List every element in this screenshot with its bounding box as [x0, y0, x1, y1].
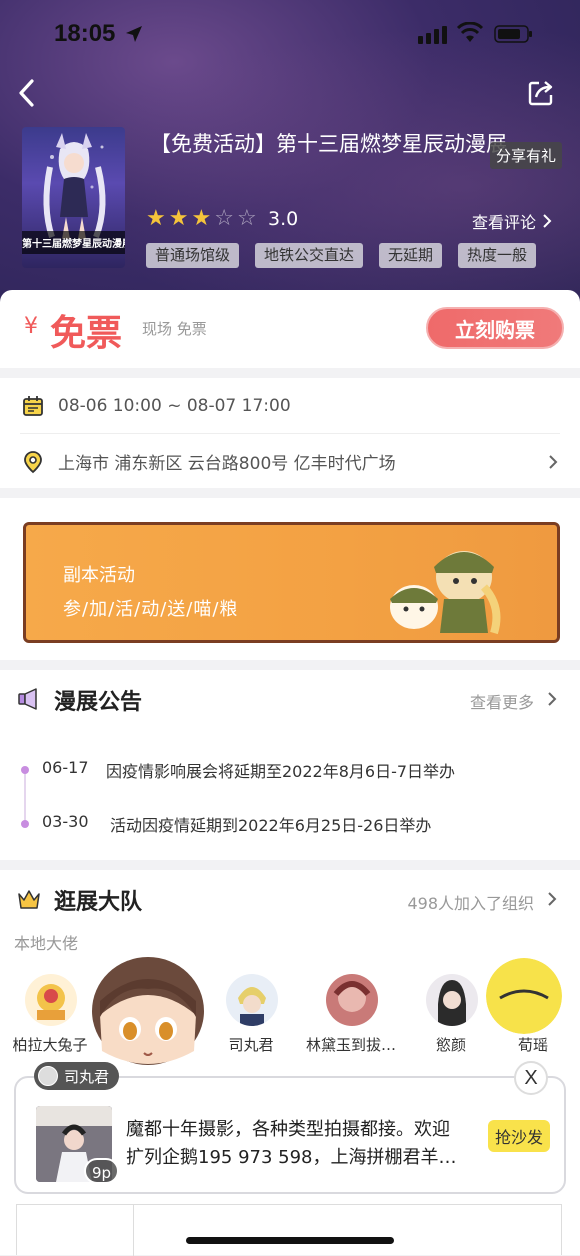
- notice-section: 漫展公告 查看更多 06-17 因疫情影响展会将延期至2022年8月6日-7日举…: [0, 670, 580, 860]
- grab-sofa-button[interactable]: 抢沙发: [488, 1120, 550, 1152]
- notice-text: 因疫情影响展会将延期至2022年8月6日-7日举办: [106, 762, 456, 781]
- price-note: 现场 免票: [142, 320, 207, 338]
- avatar: [486, 958, 562, 1034]
- timeline-dot: [21, 766, 29, 774]
- author-avatar: [38, 1066, 58, 1086]
- dungeon-activity-banner[interactable]: 副本活动 参/加/活/动/送/喵/粮: [23, 522, 560, 643]
- notice-more-link[interactable]: 查看更多: [470, 689, 534, 713]
- avatar: [326, 974, 378, 1026]
- team-member-name: 荀瑶: [517, 1036, 548, 1054]
- view-reviews-label: 查看评论: [472, 213, 537, 232]
- notice-item[interactable]: 06-17 因疫情影响展会将延期至2022年8月6日-7日举办: [0, 755, 580, 785]
- rating-stars: ★ ★ ★ ☆ ☆: [146, 206, 257, 232]
- featured-post-popup[interactable]: 9p 魔都十年摄影，各种类型拍摄都接。欢迎 扩列企鹅195 973 598，上海…: [14, 1076, 566, 1194]
- star-empty-icon: ☆: [214, 206, 234, 231]
- view-reviews-link[interactable]: 查看评论: [472, 209, 552, 233]
- rating-score: 3.0: [268, 208, 299, 230]
- photo-count-badge: 9p: [84, 1158, 120, 1184]
- share-reward-tip[interactable]: 分享有礼: [490, 142, 563, 169]
- battery-icon: [494, 25, 532, 43]
- team-member-count[interactable]: 498人加入了组织: [407, 890, 534, 914]
- banner-title: 副本活动: [63, 565, 135, 586]
- post-text-line: 扩列企鹅195 973 598，上海拼棚君羊…: [126, 1147, 457, 1168]
- event-info-card: 08-06 10:00 ~ 08-07 17:00 上海市 浦东新区 云台路80…: [0, 378, 580, 488]
- avatar: [226, 974, 278, 1026]
- status-bar: 18:05: [0, 0, 580, 70]
- event-tag: 地铁公交直达: [255, 243, 364, 268]
- location-pin-icon: [24, 450, 42, 473]
- home-indicator: [186, 1237, 394, 1244]
- wifi-icon: [456, 22, 484, 42]
- post-text-line: 魔都十年摄影，各种类型拍摄都接。欢迎: [126, 1119, 450, 1140]
- event-tags: 普通场馆级 地铁公交直达 无延期 热度一般: [146, 243, 537, 268]
- chevron-right-icon[interactable]: [546, 690, 558, 708]
- close-popup-button[interactable]: X: [514, 1061, 548, 1095]
- timeline-dot: [21, 820, 29, 828]
- team-section-title: 逛展大队: [54, 890, 143, 915]
- team-subtitle: 本地大佬: [14, 934, 79, 953]
- status-time: 18:05: [54, 20, 116, 47]
- mascot-character: [92, 957, 204, 1065]
- notice-section-header: 漫展公告 查看更多: [0, 670, 580, 730]
- back-arrow-icon[interactable]: [14, 76, 40, 110]
- chevron-right-icon: [549, 454, 558, 469]
- team-member[interactable]: 荀瑶: [486, 958, 580, 1060]
- star-filled-icon: ★: [168, 206, 189, 231]
- event-date-text: 08-06 10:00 ~ 08-07 17:00: [58, 395, 291, 416]
- mascot-soldiers-illustration: [390, 551, 501, 635]
- chevron-right-icon[interactable]: [546, 890, 558, 908]
- signal-icon: [418, 26, 447, 44]
- bottom-content-strip: [16, 1204, 562, 1256]
- share-icon[interactable]: [526, 78, 556, 108]
- event-poster[interactable]: 第十三届燃梦星辰动漫展: [22, 127, 125, 268]
- post-text: 魔都十年摄影，各种类型拍摄都接。欢迎 扩列企鹅195 973 598，上海拼棚君…: [126, 1116, 476, 1172]
- event-tag: 普通场馆级: [146, 243, 240, 268]
- dungeon-activity-card: 副本活动 参/加/活/动/送/喵/粮: [0, 498, 580, 660]
- event-tag: 无延期: [379, 243, 443, 268]
- poster-caption: 第十三届燃梦星辰动漫展: [22, 231, 125, 254]
- crown-icon: [18, 890, 40, 909]
- divider: [133, 1205, 134, 1256]
- notice-date: 06-17: [42, 758, 89, 777]
- star-filled-icon: ★: [146, 206, 166, 231]
- currency-symbol: ¥: [24, 314, 38, 339]
- avatar: [25, 974, 77, 1026]
- star-filled-icon: ★: [191, 206, 212, 231]
- event-tag: 热度一般: [458, 243, 537, 268]
- post-author-chip[interactable]: 司丸君: [34, 1062, 120, 1090]
- price-label: 免票: [50, 313, 123, 354]
- team-member[interactable]: 司丸君: [196, 970, 306, 1060]
- banner-subtitle: 参/加/活/动/送/喵/粮: [63, 599, 239, 620]
- notice-section-title: 漫展公告: [54, 690, 143, 715]
- post-author-name: 司丸君: [64, 1067, 110, 1086]
- team-member-name: 司丸君: [228, 1036, 274, 1054]
- location-arrow-icon: [126, 26, 142, 42]
- avatar: [426, 974, 478, 1026]
- megaphone-icon: [18, 688, 37, 710]
- chevron-right-icon: [543, 214, 552, 228]
- star-empty-icon: ☆: [236, 206, 257, 231]
- notice-item[interactable]: 03-30 活动因疫情延期到2022年6月25日-26日举办: [0, 809, 580, 839]
- event-address-text: 上海市 浦东新区 云台路800号 亿丰时代广场: [58, 454, 396, 474]
- event-address-row[interactable]: 上海市 浦东新区 云台路800号 亿丰时代广场: [0, 434, 580, 489]
- calendar-icon: [23, 395, 43, 416]
- team-member-name: 林黛玉到拔…: [305, 1036, 396, 1054]
- notice-date: 03-30: [42, 812, 89, 831]
- buy-ticket-button[interactable]: 立刻购票: [426, 307, 564, 349]
- notice-text: 活动因疫情延期到2022年6月25日-26日举办: [110, 816, 432, 835]
- team-section-header: 逛展大队 498人加入了组织: [0, 870, 580, 930]
- team-member-list: 柏拉大兔子 司丸君 林黛玉到拔… 慾颜 荀瑶: [0, 958, 580, 1060]
- event-header: 18:05 分享有礼 第十三届燃梦星辰动漫展 【免费活动】第十三届燃梦星辰动漫展…: [0, 0, 580, 310]
- event-date-row: 08-06 10:00 ~ 08-07 17:00: [0, 378, 580, 433]
- team-member[interactable]: 林黛玉到拔…: [296, 970, 406, 1060]
